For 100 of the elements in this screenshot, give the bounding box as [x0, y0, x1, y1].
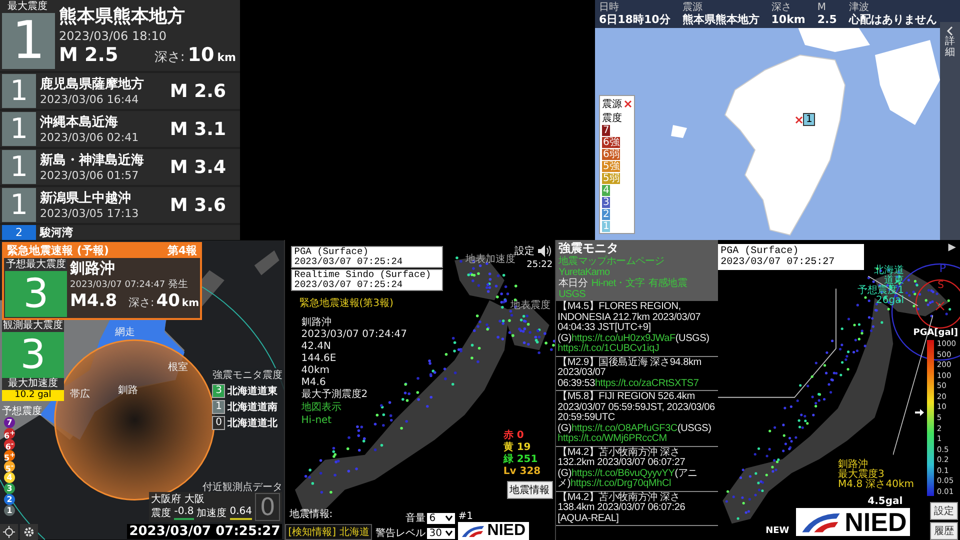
settings-link[interactable]: 設定	[514, 244, 535, 258]
station-name: 大阪府 大阪	[151, 493, 206, 506]
tweet-link[interactable]: https://t.co/B6vuQyyvYY	[571, 468, 675, 478]
info-value: 熊本県熊本地方	[682, 13, 760, 26]
warn-level-select[interactable]: 30	[427, 528, 456, 538]
magnitude: M 3.4	[170, 156, 226, 178]
tweet-link[interactable]: https://t.co/uH0zx9JWaF	[571, 332, 676, 344]
locate-button[interactable]	[0, 524, 18, 540]
intensity-badge: 0	[212, 416, 226, 430]
tweet-link[interactable]: https://t.co/O8APfuGF3C	[571, 422, 678, 434]
info-label: 震源	[682, 2, 704, 13]
intensity-badge: 1	[2, 74, 36, 108]
eew-detail: 2023/03/07 07:24:47	[301, 329, 408, 341]
station-count: 赤 0	[503, 430, 525, 442]
speaker-icon[interactable]	[536, 244, 553, 258]
chevron-left-icon	[946, 26, 954, 36]
intensity-badge: 3	[2, 332, 64, 378]
map-title: Realtime Sindo (Surface)	[294, 270, 432, 280]
intensity-badge: 1	[2, 112, 36, 146]
region-name: 新潟県上中越沖	[40, 190, 132, 206]
crosshair-icon	[3, 526, 15, 538]
nearby-label: 付近観測点データ	[202, 480, 282, 494]
depth-label: 深さ:	[154, 49, 185, 66]
s-wave-label: S	[938, 280, 944, 291]
legend-label: 震源	[602, 98, 622, 111]
settings-icon	[23, 526, 35, 538]
settings-button[interactable]	[20, 524, 38, 540]
panel-button[interactable]: 履歴	[930, 522, 958, 540]
region-name: 沖縄本島近海	[40, 114, 119, 130]
legend-swatch: 3	[602, 197, 610, 208]
channel-label: #1	[458, 511, 474, 522]
quake-time: 2023/03/06 01:57	[40, 168, 140, 182]
depth-value: 10	[188, 44, 214, 66]
map-title: PGA (Surface)	[294, 247, 370, 257]
eew-detail: 144.6E	[301, 353, 338, 365]
map-caption: 地表震度	[510, 298, 550, 312]
intensity-badge: 1	[2, 188, 36, 222]
map-caption: 地表加速度	[465, 254, 516, 266]
tweet-link[interactable]: https://t.co/Drg70qMhCl	[570, 478, 671, 489]
quake-time: 2023/03/06 16:44	[40, 92, 140, 106]
map-toggle-link[interactable]: 地図表示	[301, 402, 342, 414]
panel-button[interactable]: 設定	[930, 502, 958, 520]
new-label: NEW	[766, 526, 790, 536]
quake-time: 2023/03/05 17:13	[40, 206, 140, 220]
legend-swatch: 5弱	[602, 173, 620, 184]
intensity-badge: 3	[212, 384, 226, 398]
quake-time: 2023/03/06 02:41	[40, 130, 140, 144]
depth-label: 深さ:	[128, 295, 154, 310]
accel-value: 0.64	[230, 506, 252, 520]
legend-label: 震度	[602, 112, 623, 125]
chevron-down-icon	[445, 530, 454, 536]
info-value: 6日18時10分	[599, 13, 670, 26]
place-label: 帯広	[70, 388, 90, 401]
info-label: 深さ	[771, 2, 792, 13]
callout-text: 最大震度3	[838, 470, 884, 480]
play-button[interactable]: ▶	[948, 242, 956, 253]
map-time: 2023/03/07 07:25:24	[294, 257, 404, 267]
tweet-link[interactable]: https://t.co/1CUBCv1iqJ	[558, 343, 660, 354]
station-count: Lv 328	[503, 466, 541, 478]
callout-text: 釧路沖	[838, 460, 868, 470]
detail-tab[interactable]: 詳細	[940, 22, 960, 240]
volume-select[interactable]: 6	[427, 512, 456, 524]
magnitude: M 3.1	[170, 118, 226, 140]
legend-swatch: 6強	[602, 137, 620, 148]
magnitude: M4.8	[70, 291, 118, 311]
station-count: 緑 251	[503, 454, 539, 466]
quake-info-button[interactable]: 地震情報	[506, 481, 553, 499]
info-label: M	[817, 2, 828, 13]
today-label: 本日分	[558, 278, 588, 289]
depth-unit: km	[182, 298, 199, 309]
logo-swoosh-icon	[461, 524, 486, 538]
chevron-down-icon	[445, 515, 454, 521]
hinet-toggle-link[interactable]: Hi-net	[301, 415, 332, 427]
info-value: 心配はありません	[848, 13, 937, 26]
map-time: 2023/03/07 07:25:24	[294, 280, 404, 290]
accel-label: 最大加速度	[2, 378, 64, 390]
eew-detail: 40km	[301, 365, 331, 377]
cross-icon	[795, 116, 803, 124]
tweet-link[interactable]: https://t.co/WMj6PRccCM	[558, 433, 667, 444]
quake-list-item[interactable]: 2 駿河湾	[0, 225, 240, 240]
eew-detail: 42.4N	[301, 341, 332, 353]
volume-label: 音量	[405, 512, 426, 525]
info-value: 10km	[771, 13, 806, 26]
feed-title: 強震モニタ	[558, 241, 620, 256]
cross-icon	[624, 100, 632, 108]
legend-swatch: 7	[602, 125, 610, 136]
observed-label: 観測最大震度	[2, 320, 64, 332]
region-name: 鹿児島県薩摩地方	[40, 76, 145, 92]
region-name: 熊本県熊本地方	[59, 6, 186, 28]
legend-swatch: 6弱	[602, 149, 620, 160]
max-intensity-label: 最大震度	[6, 0, 48, 13]
station-intensity: 1	[803, 113, 816, 126]
tweet-link[interactable]: https://t.co/zaCRtSXTS7	[594, 378, 699, 388]
legend-swatch: 2	[602, 209, 610, 220]
scale-label: 予想震度	[2, 406, 42, 417]
warn-level-label: 警告レベル	[375, 526, 426, 540]
callout-text: M4.8 深さ40km	[838, 480, 914, 490]
accel-label: 加速度	[196, 506, 227, 520]
region-name: 駿河湾	[40, 225, 73, 240]
feed-entry: 【M4.2】苫小牧南方沖 深さ138.4km 2023/03/07 06:07:26 [AQUA-REAL]	[556, 492, 718, 526]
